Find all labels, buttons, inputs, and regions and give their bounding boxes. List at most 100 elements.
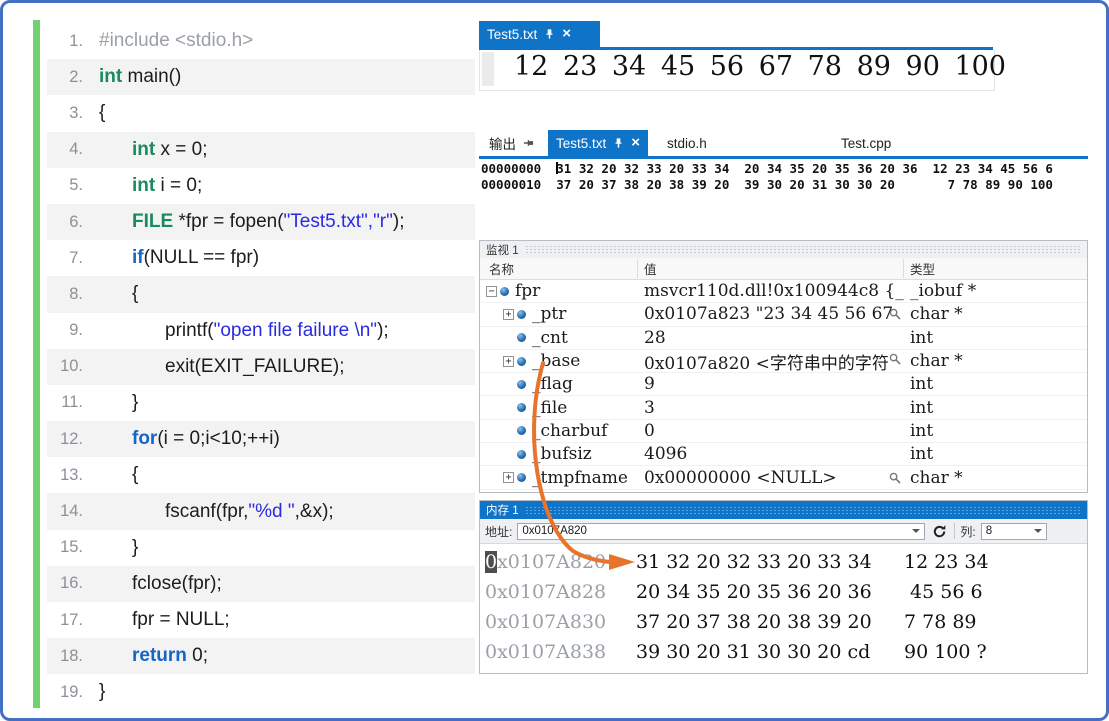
code-text: fscanf(fpr,"%d ",&x); [165, 501, 334, 523]
watch-row-cnt[interactable]: _cnt28int [480, 327, 1087, 350]
watch-row-tmpfname[interactable]: +_tmpfname0x00000000 <NULL>char * [480, 466, 1087, 489]
chevron-down-icon[interactable] [1034, 529, 1042, 533]
code-line: 11.} [47, 385, 475, 421]
watch-name: fpr [515, 281, 540, 301]
memory-bytes: 39 30 20 31 30 30 20 cd [636, 641, 870, 663]
address-value: 0x0107A820 [522, 525, 587, 537]
watch-value-cell: 28 [638, 328, 904, 348]
pin-icon[interactable] [613, 137, 624, 149]
code-token: { [132, 464, 138, 485]
memory-row: 0x0107A82820 34 35 20 35 36 20 36 45 56 … [480, 577, 1087, 607]
watch-name: _cnt [532, 328, 568, 348]
editor-margin [482, 52, 494, 86]
line-number: 3. [47, 104, 83, 123]
hex-address: 00000000 [481, 161, 556, 176]
chevron-down-icon[interactable] [912, 529, 920, 533]
watch-name-cell: _charbuf [480, 421, 638, 441]
code-line: 7.if(NULL == fpr) [47, 240, 475, 276]
watch-row-flag[interactable]: _flag9int [480, 373, 1087, 396]
watch-row-fpr[interactable]: −fprmsvcr110d.dll!0x100944c8 {_p_iobuf * [480, 280, 1087, 303]
memory-ascii: 7 78 89 [904, 611, 977, 633]
column-header-value[interactable]: 值 [638, 259, 904, 278]
watch-name: _tmpfname [532, 468, 628, 488]
watch-value: 9 [644, 374, 655, 394]
watch-type: char * [910, 351, 963, 371]
code-text: printf("open file failure \n"); [165, 320, 389, 342]
column-header-name[interactable]: 名称 [480, 259, 638, 278]
magnifier-icon[interactable] [889, 308, 902, 321]
code-text: fpr = NULL; [132, 609, 230, 631]
memory-title: 内存 1 [486, 502, 519, 518]
code-token: i = 0; [155, 175, 202, 196]
collapse-icon[interactable]: − [486, 286, 497, 297]
tab-test5-txt[interactable]: Test5.txt × [548, 130, 648, 156]
memory-title-bar[interactable]: 内存 1 [480, 501, 1087, 519]
pin-icon[interactable] [523, 138, 535, 149]
pin-icon[interactable] [544, 28, 555, 40]
magnifier-icon[interactable] [889, 353, 902, 366]
watch-row-bufsiz[interactable]: _bufsiz4096int [480, 443, 1087, 466]
hex-line: 00000010 37 20 37 38 20 38 39 20 39 30 2… [481, 177, 1053, 193]
watch-type: char * [910, 304, 963, 324]
memory-ascii: 45 56 6 [904, 581, 983, 603]
title-grip-texture [525, 506, 1082, 515]
magnifier-icon[interactable] [889, 472, 902, 485]
memory-bytes: 20 34 35 20 35 36 20 36 [636, 581, 872, 603]
code-text: { [132, 464, 138, 486]
watch-row-charbuf[interactable]: _charbuf0int [480, 420, 1087, 443]
code-token: "%d " [248, 501, 294, 522]
code-line: 15.} [47, 530, 475, 566]
code-line: 8.{ [47, 276, 475, 312]
watch-value-cell: msvcr110d.dll!0x100944c8 {_p [638, 281, 904, 301]
memory-rows: 0x0107A82031 32 20 32 33 20 33 3412 23 3… [480, 547, 1087, 667]
tab-stdio-h[interactable]: stdio.h [659, 130, 715, 156]
code-token: x = 0; [155, 139, 207, 160]
watch-type-cell: int [904, 421, 1087, 441]
columns-input[interactable]: 8 [981, 523, 1047, 540]
code-token: #include <stdio.h> [99, 30, 253, 51]
watch-name-cell: +_base [480, 351, 638, 371]
column-header-type[interactable]: 类型 [904, 259, 1087, 278]
close-icon[interactable]: × [631, 136, 640, 150]
code-token: fscanf(fpr, [165, 501, 248, 522]
watch-type: char * [910, 468, 963, 488]
watch-name: _flag [532, 374, 573, 394]
code-token: 0; [187, 645, 208, 666]
watch-name-cell: _bufsiz [480, 444, 638, 464]
line-number: 16. [47, 574, 83, 593]
code-token: } [99, 681, 105, 702]
tab-test5-txt[interactable]: Test5.txt × [479, 21, 600, 47]
line-number: 13. [47, 466, 83, 485]
tab--[interactable]: 输出 [481, 130, 542, 156]
address-input[interactable]: 0x0107A820 [517, 523, 925, 540]
watch-value-cell: 3 [638, 398, 904, 418]
expand-icon[interactable]: + [503, 309, 514, 320]
code-token: main() [122, 66, 181, 87]
watch-title-bar[interactable]: 监视 1 [480, 241, 1087, 258]
line-number: 17. [47, 611, 83, 630]
code-line: 2.int main() [47, 59, 475, 95]
code-line: 10.exit(EXIT_FAILURE); [47, 349, 475, 385]
watch-value: msvcr110d.dll!0x100944c8 {_p [644, 281, 904, 301]
tab-label: Test5.txt [556, 136, 606, 151]
watch-name-cell: _file [480, 398, 638, 418]
expand-icon[interactable]: + [503, 472, 514, 483]
close-icon[interactable]: × [562, 27, 571, 41]
tab-test-cpp[interactable]: Test.cpp [833, 130, 899, 156]
line-number: 10. [47, 357, 83, 376]
watch-row-file[interactable]: _file3int [480, 396, 1087, 419]
expand-icon[interactable]: + [503, 356, 514, 367]
code-token: fpr = NULL; [132, 609, 230, 630]
memory-row: 0x0107A83037 20 37 38 20 38 39 207 78 89 [480, 607, 1087, 637]
memory-address-bar: 地址: 0x0107A820 列: 8 [480, 519, 1087, 544]
code-token: ,&x); [295, 501, 334, 522]
watch-name-cell: _flag [480, 374, 638, 394]
member-bullet-icon [517, 450, 526, 459]
code-token: "open file failure \n" [214, 320, 377, 341]
code-text: FILE *fpr = fopen("Test5.txt","r"); [132, 211, 405, 233]
watch-row-base[interactable]: +_base0x0107a820 <字符串中的字符char * [480, 350, 1087, 373]
refresh-button[interactable] [930, 522, 949, 540]
code-text: int i = 0; [132, 175, 202, 197]
watch-row-ptr[interactable]: +_ptr0x0107a823 "23 34 45 56 67char * [480, 303, 1087, 326]
line-number: 14. [47, 502, 83, 521]
